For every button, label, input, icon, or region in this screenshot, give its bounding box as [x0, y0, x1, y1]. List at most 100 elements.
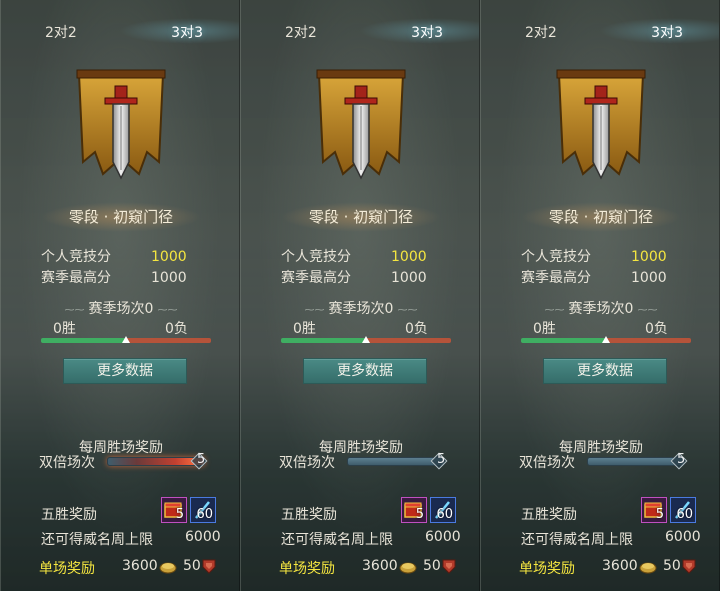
personal-score-row: 个人竞技分 1000: [41, 246, 187, 266]
season-matches: ⁓⁓ 赛季场次0 ⁓⁓: [481, 298, 720, 318]
rank-panel: 2对2 3对3 零段 · 初窥门径 个人竞技分 1000 赛季最高分 1000 …: [480, 0, 720, 591]
item2-count: 60: [196, 507, 213, 522]
remaining-fame-label: 还可得威名周上限: [41, 532, 153, 548]
personal-score-label: 个人竞技分: [521, 249, 591, 265]
wins-count: 0胜: [293, 321, 316, 337]
coin-icon: [159, 562, 177, 574]
wins-count: 0胜: [53, 321, 76, 337]
losses-count: 0负: [405, 321, 428, 337]
season-high-value: 1000: [151, 270, 187, 286]
season-high-row: 赛季最高分 1000: [521, 267, 667, 287]
five-win-reward-label: 五胜奖励: [281, 507, 337, 523]
win-loss-marker: [122, 336, 130, 343]
season-matches: ⁓⁓ 赛季场次0 ⁓⁓: [1, 298, 241, 318]
coin-reward-value: 3600: [602, 558, 638, 574]
season-matches-label: 赛季场次0: [568, 301, 634, 317]
single-match-reward-label: 单场奖励: [519, 561, 575, 577]
shield-badge-icon: [682, 559, 696, 574]
fame-reward-value: 50: [423, 558, 441, 574]
remaining-fame-value: 6000: [185, 529, 221, 545]
item2-count: 60: [436, 507, 453, 522]
double-matches-label: 双倍场次: [519, 455, 575, 471]
remaining-fame-label: 还可得威名周上限: [521, 532, 633, 548]
personal-score-value: 1000: [631, 249, 667, 265]
single-match-reward-label: 单场奖励: [279, 561, 335, 577]
double-matches-label: 双倍场次: [279, 455, 335, 471]
five-win-reward-label: 五胜奖励: [41, 507, 97, 523]
remaining-fame-value: 6000: [665, 529, 701, 545]
red-chest-icon[interactable]: 5: [161, 497, 187, 523]
fame-reward-value: 50: [183, 558, 201, 574]
rank-title: 零段 · 初窥门径: [281, 202, 441, 232]
rank-title: 零段 · 初窥门径: [521, 202, 681, 232]
coin-icon: [639, 562, 657, 574]
season-high-value: 1000: [631, 270, 667, 286]
personal-score-value: 1000: [391, 249, 427, 265]
shield-badge-icon: [442, 559, 456, 574]
fame-reward-value: 50: [663, 558, 681, 574]
ornament-right-icon: ⁓⁓: [157, 305, 178, 316]
coin-reward-value: 3600: [362, 558, 398, 574]
season-high-label: 赛季最高分: [281, 270, 351, 286]
personal-score-value: 1000: [151, 249, 187, 265]
ornament-right-icon: ⁓⁓: [397, 305, 418, 316]
tab-3v3[interactable]: 3对3: [651, 22, 683, 42]
item1-count: 5: [415, 507, 424, 522]
season-high-value: 1000: [391, 270, 427, 286]
personal-score-row: 个人竞技分 1000: [521, 246, 667, 266]
more-data-button[interactable]: 更多数据: [543, 358, 667, 384]
ornament-left-icon: ⁓⁓: [544, 305, 565, 316]
coin-icon: [399, 562, 417, 574]
tab-3v3[interactable]: 3对3: [411, 22, 443, 42]
more-data-button[interactable]: 更多数据: [63, 358, 187, 384]
win-loss-marker: [362, 336, 370, 343]
tab-3v3[interactable]: 3对3: [171, 22, 203, 42]
personal-score-label: 个人竞技分: [281, 249, 351, 265]
red-chest-icon[interactable]: 5: [401, 497, 427, 523]
win-loss-marker: [602, 336, 610, 343]
wins-count: 0胜: [533, 321, 556, 337]
blue-sword-icon[interactable]: 60: [190, 497, 216, 523]
sword-banner-icon: [556, 69, 646, 180]
season-high-label: 赛季最高分: [41, 270, 111, 286]
mode-tabs: 2对2 3对3: [241, 18, 479, 44]
remaining-fame-value: 6000: [425, 529, 461, 545]
mode-tabs: 2对2 3对3: [1, 18, 239, 44]
season-matches: ⁓⁓ 赛季场次0 ⁓⁓: [241, 298, 481, 318]
remaining-fame-label: 还可得威名周上限: [281, 532, 393, 548]
personal-score-row: 个人竞技分 1000: [281, 246, 427, 266]
losses-count: 0负: [165, 321, 188, 337]
double-matches-count: 5: [437, 452, 446, 467]
more-data-button[interactable]: 更多数据: [303, 358, 427, 384]
blue-sword-icon[interactable]: 60: [430, 497, 456, 523]
rank-title: 零段 · 初窥门径: [41, 202, 201, 232]
season-high-row: 赛季最高分 1000: [41, 267, 187, 287]
personal-score-label: 个人竞技分: [41, 249, 111, 265]
tab-2v2[interactable]: 2对2: [525, 22, 557, 42]
season-high-label: 赛季最高分: [521, 270, 591, 286]
double-matches-count: 5: [677, 452, 686, 467]
ornament-left-icon: ⁓⁓: [64, 305, 85, 316]
losses-count: 0负: [645, 321, 668, 337]
red-chest-icon[interactable]: 5: [641, 497, 667, 523]
mode-tabs: 2对2 3对3: [481, 18, 719, 44]
double-matches-count: 5: [197, 452, 206, 467]
sword-banner-icon: [76, 69, 166, 180]
sword-banner-icon: [316, 69, 406, 180]
tab-2v2[interactable]: 2对2: [45, 22, 77, 42]
item2-count: 60: [676, 507, 693, 522]
coin-reward-value: 3600: [122, 558, 158, 574]
item1-count: 5: [175, 507, 184, 522]
five-win-reward-label: 五胜奖励: [521, 507, 577, 523]
tab-2v2[interactable]: 2对2: [285, 22, 317, 42]
blue-sword-icon[interactable]: 60: [670, 497, 696, 523]
rank-panel: 2对2 3对3 零段 · 初窥门径 个人竞技分 1000 赛季最高分 1000 …: [240, 0, 480, 591]
ornament-right-icon: ⁓⁓: [637, 305, 658, 316]
season-matches-label: 赛季场次0: [88, 301, 154, 317]
double-matches-label: 双倍场次: [39, 455, 95, 471]
ornament-left-icon: ⁓⁓: [304, 305, 325, 316]
item1-count: 5: [655, 507, 664, 522]
rank-panel: 2对2 3对3 零段 · 初窥门径 个人竞技分 1000 赛季最高分 1000 …: [0, 0, 240, 591]
single-match-reward-label: 单场奖励: [39, 561, 95, 577]
shield-badge-icon: [202, 559, 216, 574]
